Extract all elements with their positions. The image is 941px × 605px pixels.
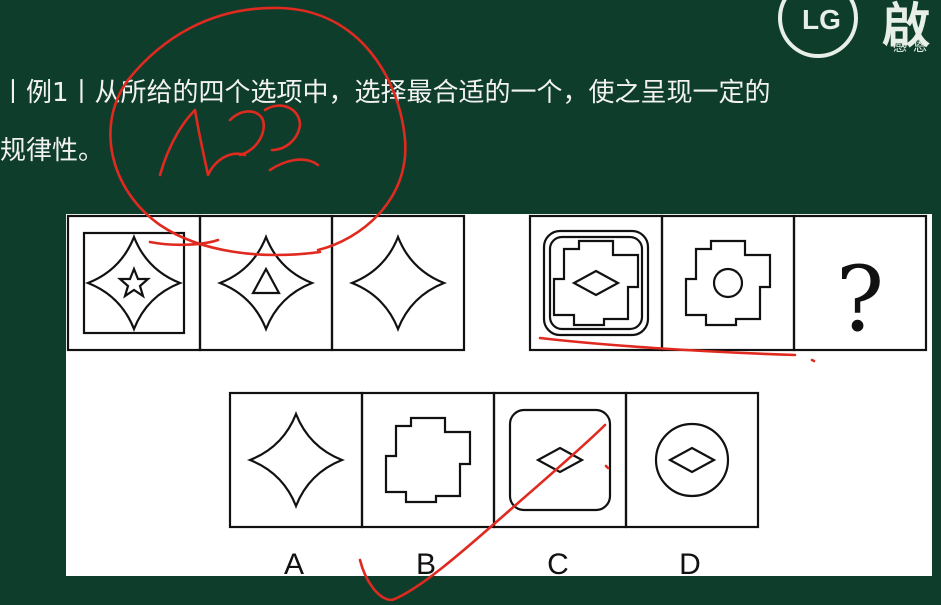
option-d-label[interactable]: D [660, 548, 720, 582]
group1-figure-2 [218, 235, 314, 331]
group1-figure-3 [350, 235, 446, 331]
option-a-figure [248, 412, 344, 508]
group1-figure-1 [82, 231, 186, 335]
group2-figure-2 [684, 239, 772, 327]
option-c-figure [508, 408, 612, 512]
option-b-figure [384, 416, 472, 504]
puzzle-figures: ? [66, 214, 928, 529]
options-row [228, 391, 760, 529]
option-a-label[interactable]: A [264, 548, 324, 582]
option-d-figure [654, 422, 730, 498]
question-mark: ? [836, 247, 884, 352]
group2-figure-1 [542, 229, 650, 337]
group1-row [66, 214, 466, 352]
option-c-label[interactable]: C [528, 548, 588, 582]
option-b-label[interactable]: B [396, 548, 456, 582]
